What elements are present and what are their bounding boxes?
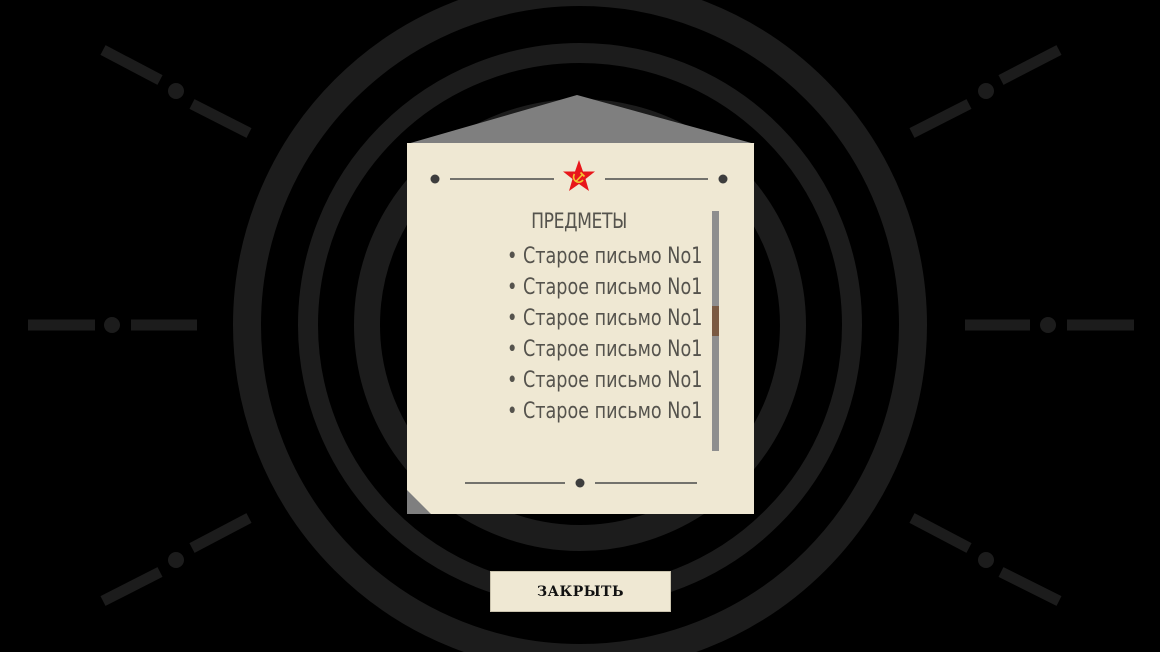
inventory-title: ПРЕДМЕТЫ	[531, 209, 627, 233]
bottom-ornament	[465, 478, 697, 488]
bottom-right-crosshair-dot	[978, 552, 994, 568]
inventory-item[interactable]: • Старое письмо No1	[507, 303, 702, 334]
close-button[interactable]: ЗАКРЫТЬ	[490, 571, 671, 612]
game-screen: ПРЕДМЕТЫ • Старое письмо No1 • Старое пи…	[0, 0, 1160, 652]
ornament-dot	[575, 478, 585, 488]
inventory-item[interactable]: • Старое письмо No1	[507, 272, 702, 303]
top-left-crosshair-dot	[168, 83, 184, 99]
ornament-dot	[718, 174, 728, 184]
panel-folded-corner	[407, 490, 431, 514]
inventory-item[interactable]: • Старое письмо No1	[507, 241, 702, 272]
inventory-item[interactable]: • Старое письмо No1	[507, 334, 702, 365]
inventory-panel: ПРЕДМЕТЫ • Старое письмо No1 • Старое пи…	[407, 143, 754, 514]
inventory-item[interactable]: • Старое письмо No1	[507, 396, 702, 427]
top-right-crosshair-dot	[978, 83, 994, 99]
bottom-left-crosshair-dot	[168, 552, 184, 568]
red-star-hammer-sickle-icon	[563, 160, 595, 191]
left-crosshair-dot	[104, 317, 120, 333]
ornament-dot	[430, 174, 440, 184]
top-ornament	[430, 160, 728, 191]
inventory-scrollbar[interactable]	[712, 211, 719, 451]
inventory-item-list: • Старое письмо No1 • Старое письмо No1 …	[467, 241, 707, 427]
panel-roof	[407, 95, 755, 144]
scrollbar-thumb[interactable]	[712, 306, 719, 336]
right-crosshair-dot	[1040, 317, 1056, 333]
inventory-item[interactable]: • Старое письмо No1	[507, 365, 702, 396]
